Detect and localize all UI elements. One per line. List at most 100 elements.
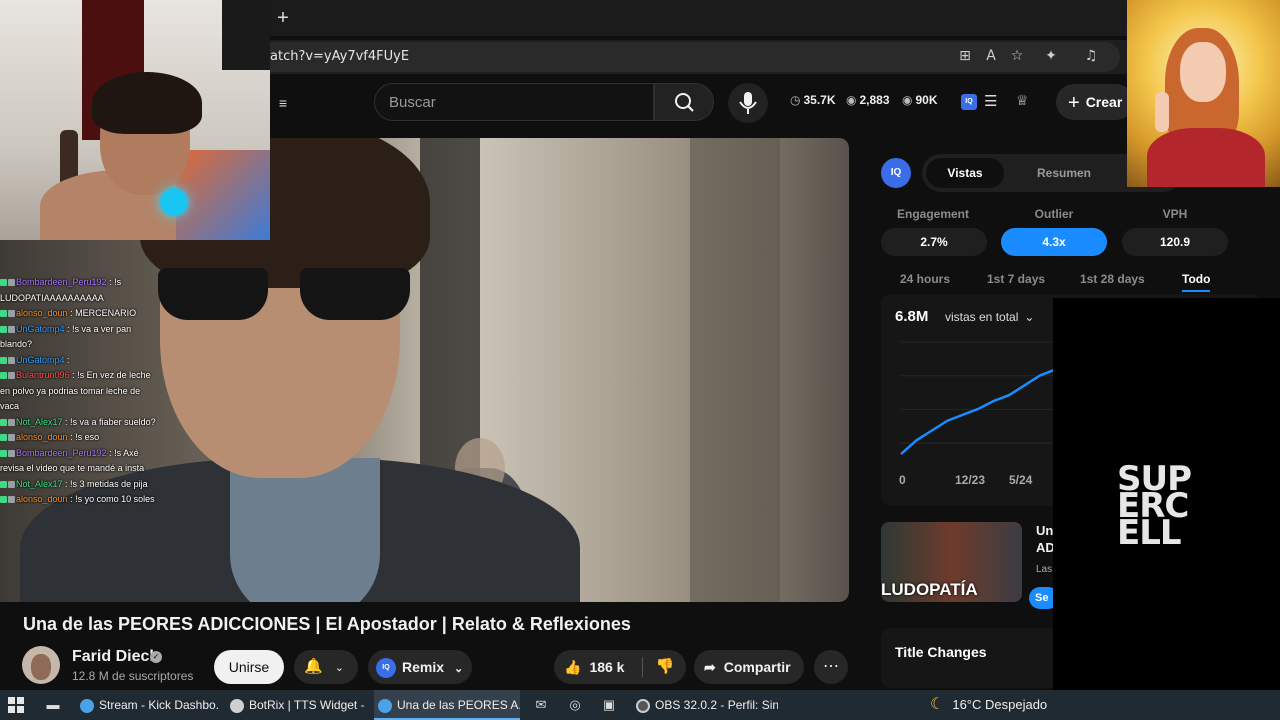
edge-icon xyxy=(378,698,392,713)
chat-username[interactable]: alonso_doun xyxy=(16,308,68,318)
weather-widget[interactable]: ☾ 16°C Despejado xyxy=(930,690,1047,720)
chat-badges xyxy=(0,492,16,508)
chat-text: !s eso xyxy=(75,432,100,442)
windows-start-icon[interactable] xyxy=(8,697,24,713)
join-button[interactable]: Unirse xyxy=(214,650,284,684)
eye-icon: ◉ xyxy=(902,93,913,107)
like-button[interactable]: 👍 186 k xyxy=(564,650,624,684)
search-icon xyxy=(675,93,694,112)
chat-badges xyxy=(0,306,16,322)
search-input[interactable] xyxy=(389,84,639,120)
menu-list-icon[interactable]: ☰ xyxy=(984,92,997,110)
chart-x-tick: 5/24 xyxy=(1009,473,1033,487)
video-title: Una de las PEORES ADICCIONES | El Aposta… xyxy=(23,614,631,634)
thumbs-up-icon: 👍 xyxy=(564,659,582,675)
moon-icon: ☾ xyxy=(930,696,945,713)
new-tab-button[interactable]: + xyxy=(272,6,294,30)
obs-icon xyxy=(636,698,650,713)
chat-separator: : xyxy=(106,277,115,287)
chat-message: alonso_doun : !s eso xyxy=(0,430,160,446)
range-first-28-days[interactable]: 1st 28 days xyxy=(1080,272,1145,286)
chat-username[interactable]: Bombardeen_Peru192 xyxy=(16,277,107,287)
dislike-button[interactable]: 👎 xyxy=(650,650,680,684)
related-video-thumbnail[interactable]: LUDOPATÍA xyxy=(881,522,1022,602)
chat-separator: : xyxy=(62,416,71,427)
chat-badge-icon xyxy=(0,434,7,442)
chat-message: Not_Alex17 : !s 3 metidas de pija xyxy=(0,477,160,493)
chat-separator: : xyxy=(106,447,115,458)
chat-message: Bombardeen_Peru192 : !s Axé revisa el vi… xyxy=(0,446,160,477)
tab-resumen[interactable]: Resumen xyxy=(1014,158,1114,188)
like-divider xyxy=(642,657,643,677)
chat-badge-icon xyxy=(8,434,15,442)
chat-badge-icon xyxy=(8,480,15,488)
webcam-dark-panel xyxy=(222,0,270,70)
subscribed-bell-button[interactable]: 🔔 ⌄ xyxy=(294,650,358,684)
eye-icon: ◉ xyxy=(846,93,857,107)
search-box[interactable] xyxy=(374,83,654,121)
create-button[interactable]: + Crear xyxy=(1056,84,1134,120)
mail-icon[interactable]: ✉ xyxy=(532,696,550,714)
chat-username[interactable]: UnGatomp4 xyxy=(16,355,65,365)
chat-badges xyxy=(0,430,16,446)
voice-search-button[interactable] xyxy=(728,83,768,123)
video-frame-sunglasses xyxy=(150,268,420,320)
file-explorer-icon[interactable]: ▬ xyxy=(44,696,62,714)
chat-username[interactable]: Not_Alex17 xyxy=(16,417,63,427)
extensions-icon[interactable]: ✦ xyxy=(1041,46,1061,66)
media-icon[interactable]: ♫ xyxy=(1081,46,1101,66)
favorite-star-icon[interactable]: ☆ xyxy=(1007,46,1027,66)
chat-badges xyxy=(0,275,16,291)
terminal-icon[interactable]: ▣ xyxy=(600,696,618,714)
chat-username[interactable]: alonso_doun xyxy=(16,494,68,504)
chat-username[interactable]: Bulantrun096 xyxy=(16,370,70,380)
chat-badge-icon xyxy=(8,356,15,364)
read-aloud-icon[interactable]: A xyxy=(981,46,1001,66)
chat-username[interactable]: alonso_doun xyxy=(16,432,68,442)
more-actions-button[interactable]: ⋯ xyxy=(814,650,848,684)
chat-username[interactable]: UnGatomp4 xyxy=(16,324,65,334)
chat-message: Bombardeen_Peru192 : !s LUDOPATIAAAAAAAA… xyxy=(0,275,160,306)
iq-icon: IQ xyxy=(376,658,396,679)
whatsapp-icon[interactable]: ◎ xyxy=(566,696,584,714)
range-first-7-days[interactable]: 1st 7 days xyxy=(987,272,1045,286)
taskbar-app-kick[interactable]: Stream - Kick Dashbo... xyxy=(76,690,218,720)
channel-name[interactable]: Farid Dieck xyxy=(72,648,158,666)
video-frame-door xyxy=(690,138,780,602)
taskbar-app-botrix[interactable]: BotRix | TTS Widget - ... xyxy=(226,690,368,720)
metric-value-engagement: 2.7% xyxy=(881,228,987,256)
bell-icon: 🔔 xyxy=(304,658,323,675)
plus-icon: + xyxy=(1068,92,1080,115)
chat-message: alonso_doun : MERCENARIO xyxy=(0,306,160,322)
metric-value-outlier: 4.3x xyxy=(1001,228,1107,256)
address-url[interactable]: atch?v=yAy7vf4FUyE xyxy=(270,49,409,64)
total-views-dropdown[interactable]: vistas en total ⌄ xyxy=(945,310,1034,324)
metric-label-engagement: Engagement xyxy=(896,207,969,221)
chat-badges xyxy=(0,368,16,384)
share-button[interactable]: ➦ Compartir xyxy=(694,650,804,684)
tab-vistas[interactable]: Vistas xyxy=(926,158,1004,188)
chat-username[interactable]: Not_Alex17 xyxy=(16,479,63,489)
subscriber-count: 12.8 M de suscriptores xyxy=(72,669,194,683)
trophy-icon[interactable]: ♕ xyxy=(1016,92,1029,109)
app-install-icon[interactable]: ⊞ xyxy=(955,46,975,66)
remix-button[interactable]: IQ Remix ⌄ xyxy=(368,650,472,684)
chevron-down-icon: ⌄ xyxy=(334,662,344,674)
stat-views-live: ◉ 2,883 xyxy=(846,93,890,107)
metric-value-vph: 120.9 xyxy=(1122,228,1228,256)
range-24-hours[interactable]: 24 hours xyxy=(900,272,950,286)
chat-text: !s va a fiaber sueldo? xyxy=(70,416,156,427)
search-button[interactable] xyxy=(654,83,714,121)
thumbs-down-icon: 👎 xyxy=(655,658,675,675)
chat-username[interactable]: Bombardeen_Peru192 xyxy=(16,448,107,458)
filter-icon[interactable]: ≡ xyxy=(272,92,294,114)
taskbar-app-youtube[interactable]: Una de las PEORES A... xyxy=(374,690,520,720)
chat-badge-icon xyxy=(8,325,15,333)
range-todo[interactable]: Todo xyxy=(1182,272,1211,292)
chat-badge-icon xyxy=(0,418,7,426)
supercell-logo: SUP ERC ELL xyxy=(1117,459,1192,553)
taskbar-app-obs[interactable]: OBS 32.0.2 - Perfil: Sin... xyxy=(632,690,778,720)
related-video-meta: Las xyxy=(1036,564,1053,575)
iq-extension-icon[interactable]: IQ xyxy=(961,94,977,110)
channel-avatar[interactable] xyxy=(22,646,60,684)
